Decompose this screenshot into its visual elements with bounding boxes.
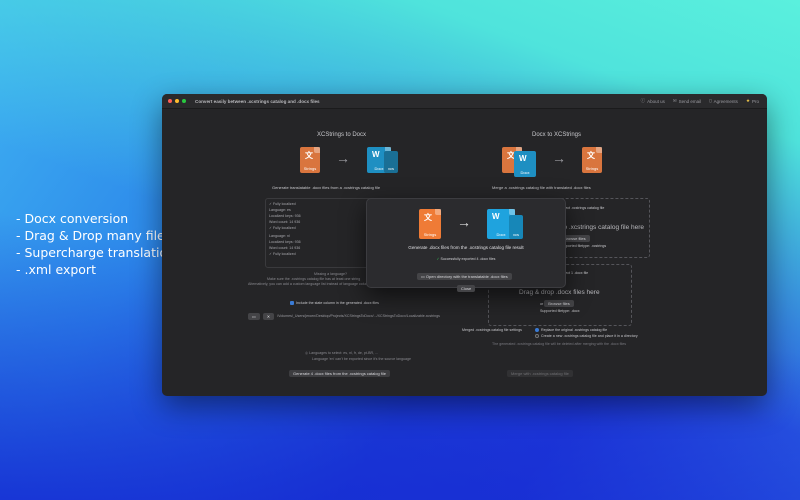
document-icon: ▯: [709, 98, 712, 103]
star-icon: ★: [745, 98, 750, 103]
checkmark-icon: ✓: [436, 257, 440, 261]
arrow-right-icon: →: [457, 214, 471, 230]
title-bar: Convert easily between .xcstrings catalo…: [162, 94, 767, 109]
window-title: Convert easily between .xcstrings catalo…: [195, 98, 320, 104]
merge-settings-label: Merged .xcstrings catalog file settings: [462, 328, 522, 332]
email-button[interactable]: ✉ Send email: [673, 98, 701, 104]
arrow-right-icon: →: [552, 150, 566, 166]
agreements-button[interactable]: ▯ Agreements: [709, 98, 738, 104]
left-heading: XCStrings to Docx: [317, 132, 367, 138]
xcs-file-icon: xcs: [384, 151, 398, 173]
languages-count: ◎ Languages to select: es, nl, fr, de, p…: [305, 351, 379, 355]
feature-item: - Drag & Drop many files: [16, 228, 172, 243]
minimize-window-button[interactable]: [175, 99, 179, 103]
missing-language-note: Missing a language?: [314, 272, 347, 276]
feature-item: - Supercharge translations: [16, 245, 182, 260]
fully-localized-label: ✓ Fully localized: [269, 252, 296, 256]
replace-original-radio[interactable]: Replace the original .xcstrings catalog …: [535, 328, 607, 333]
close-dialog-button[interactable]: Close: [457, 277, 476, 295]
about-button[interactable]: ⓘ About us: [641, 98, 665, 104]
xcs-file-icon: xcs: [509, 215, 523, 239]
merge-note: The generated .xcstrings catalog file wi…: [492, 342, 627, 346]
result-dialog: 文 Strings → W Docx xcs Generate .docx file…: [366, 198, 566, 292]
success-message: ✓ Successfully exported 4 .docx files: [436, 257, 496, 261]
file-path: /Volumes/_Users/jeroen/Desktop/Projects/…: [277, 314, 440, 318]
strings-file-icon: 文 Strings: [419, 209, 441, 239]
language-list-content: ✓ Fully localized Language: es Localized…: [269, 202, 301, 256]
close-window-button[interactable]: [168, 99, 172, 103]
mail-icon: ✉: [672, 98, 677, 103]
generate-button[interactable]: Generate 4 .docx files from the .xcstrin…: [289, 362, 390, 380]
pro-button[interactable]: ★ Pro: [746, 98, 759, 104]
strings-file-icon: 文 Strings: [582, 147, 602, 173]
right-heading: Docx to XCStrings: [532, 132, 582, 138]
zoom-window-button[interactable]: [182, 99, 186, 103]
left-description: Generate translatable .docx files from a…: [272, 185, 381, 190]
arrow-right-icon: →: [336, 150, 350, 166]
merge-button[interactable]: Merge with .xcstrings catalog file: [507, 362, 573, 380]
dialog-title: Generate .docx files from the .xcstrings…: [408, 245, 524, 250]
info-icon: ⓘ: [640, 98, 646, 103]
file-path-row: ▭ ✕ /Volumes/_Users/jeroen/Desktop/Proje…: [248, 313, 487, 320]
source-language-note: Language 'en' can't be exported since it…: [312, 357, 412, 361]
folder-icon: ▭: [421, 274, 425, 279]
fully-localized-label: ✓ Fully localized: [269, 226, 296, 230]
feature-item: - .xml export: [16, 262, 96, 277]
app-window: Convert easily between .xcstrings catalo…: [162, 94, 767, 396]
browse-files-button[interactable]: Browse files: [544, 300, 574, 307]
feature-list: - Docx conversion - Drag & Drop many fil…: [16, 210, 182, 278]
docx-drop-label: Drag & drop .docx files here: [519, 289, 600, 296]
create-new-radio[interactable]: Create a new .xcstrings catalog file and…: [535, 334, 638, 339]
remove-file-button[interactable]: ✕: [262, 313, 275, 320]
folder-button[interactable]: ▭: [248, 313, 260, 320]
globe-icon: ◎: [305, 351, 309, 355]
include-state-checkbox[interactable]: Include the state column in the generate…: [290, 301, 379, 306]
docx-file-icon: W Docx: [514, 151, 536, 177]
feature-item: - Docx conversion: [16, 211, 129, 226]
right-description: Merge a .xcstrings catalog file with tra…: [492, 185, 591, 190]
strings-file-icon: 文 Strings: [300, 147, 320, 173]
